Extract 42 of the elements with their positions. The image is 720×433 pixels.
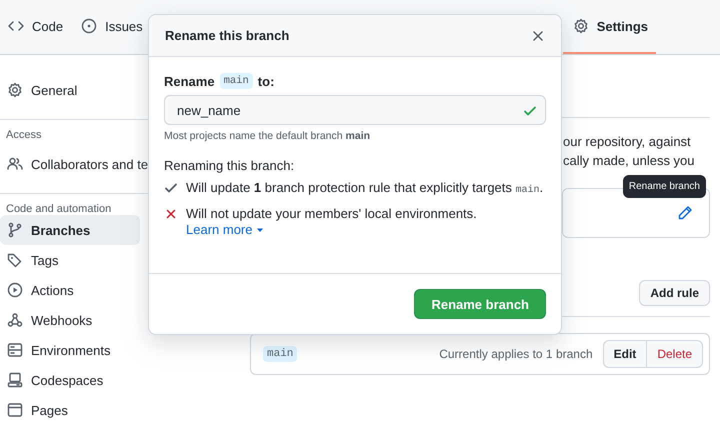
webhook-icon <box>7 312 23 328</box>
issue-icon <box>81 18 98 34</box>
browser-icon <box>7 402 23 418</box>
section-title: Renaming this branch: <box>164 158 296 173</box>
branch-name-field[interactable]: new_name <box>164 95 546 125</box>
add-rule-button[interactable]: Add rule <box>639 280 710 306</box>
sidebar-item[interactable]: Pages <box>0 395 68 425</box>
play-icon <box>7 282 23 298</box>
sidebar-item[interactable]: Codespaces <box>0 365 104 395</box>
description-text: our repository, against <box>563 133 692 151</box>
repo-tab[interactable]: Code <box>0 0 72 54</box>
laptop-icon <box>7 372 23 388</box>
server-icon <box>7 342 23 358</box>
sidebar-item[interactable]: General <box>0 75 78 105</box>
people-icon <box>7 156 23 172</box>
effect-text: Will not update your members' local environments. <box>186 206 477 222</box>
tooltip: Rename branch <box>622 175 706 198</box>
sidebar-item[interactable]: Collaborators and te <box>0 149 148 179</box>
sidebar-item[interactable]: Environments <box>0 335 110 365</box>
field-label: to: <box>258 74 274 88</box>
hint-text: Most projects name the default branch main <box>164 130 372 142</box>
branch-name: main <box>220 73 253 89</box>
repo-tab[interactable]: Issues <box>73 0 145 54</box>
pencil-icon[interactable] <box>677 205 693 221</box>
sidebar-item[interactable]: Tags <box>0 245 58 275</box>
sidebar-item[interactable]: Webhooks <box>0 305 92 335</box>
close-button[interactable] <box>531 28 545 42</box>
settings-icon <box>7 82 23 98</box>
sidebar-item[interactable]: Branches <box>0 215 140 245</box>
learn-more-link[interactable]: Learn more <box>186 222 264 238</box>
caret-icon <box>256 226 264 234</box>
branch-pattern: main <box>263 346 298 362</box>
field-label: Rename <box>164 74 215 88</box>
edit-button[interactable]: Edit <box>602 340 648 368</box>
sidebar-item[interactable]: Actions <box>0 275 74 305</box>
rule-status: Currently applies to 1 branch <box>439 347 593 361</box>
delete-button[interactable]: Delete <box>647 340 703 368</box>
tag-icon <box>7 252 23 268</box>
dialog-title: Rename this branch <box>165 28 290 43</box>
branch-icon <box>7 222 23 238</box>
settings-icon <box>572 18 589 34</box>
description-text: cally made, unless you <box>563 152 696 170</box>
